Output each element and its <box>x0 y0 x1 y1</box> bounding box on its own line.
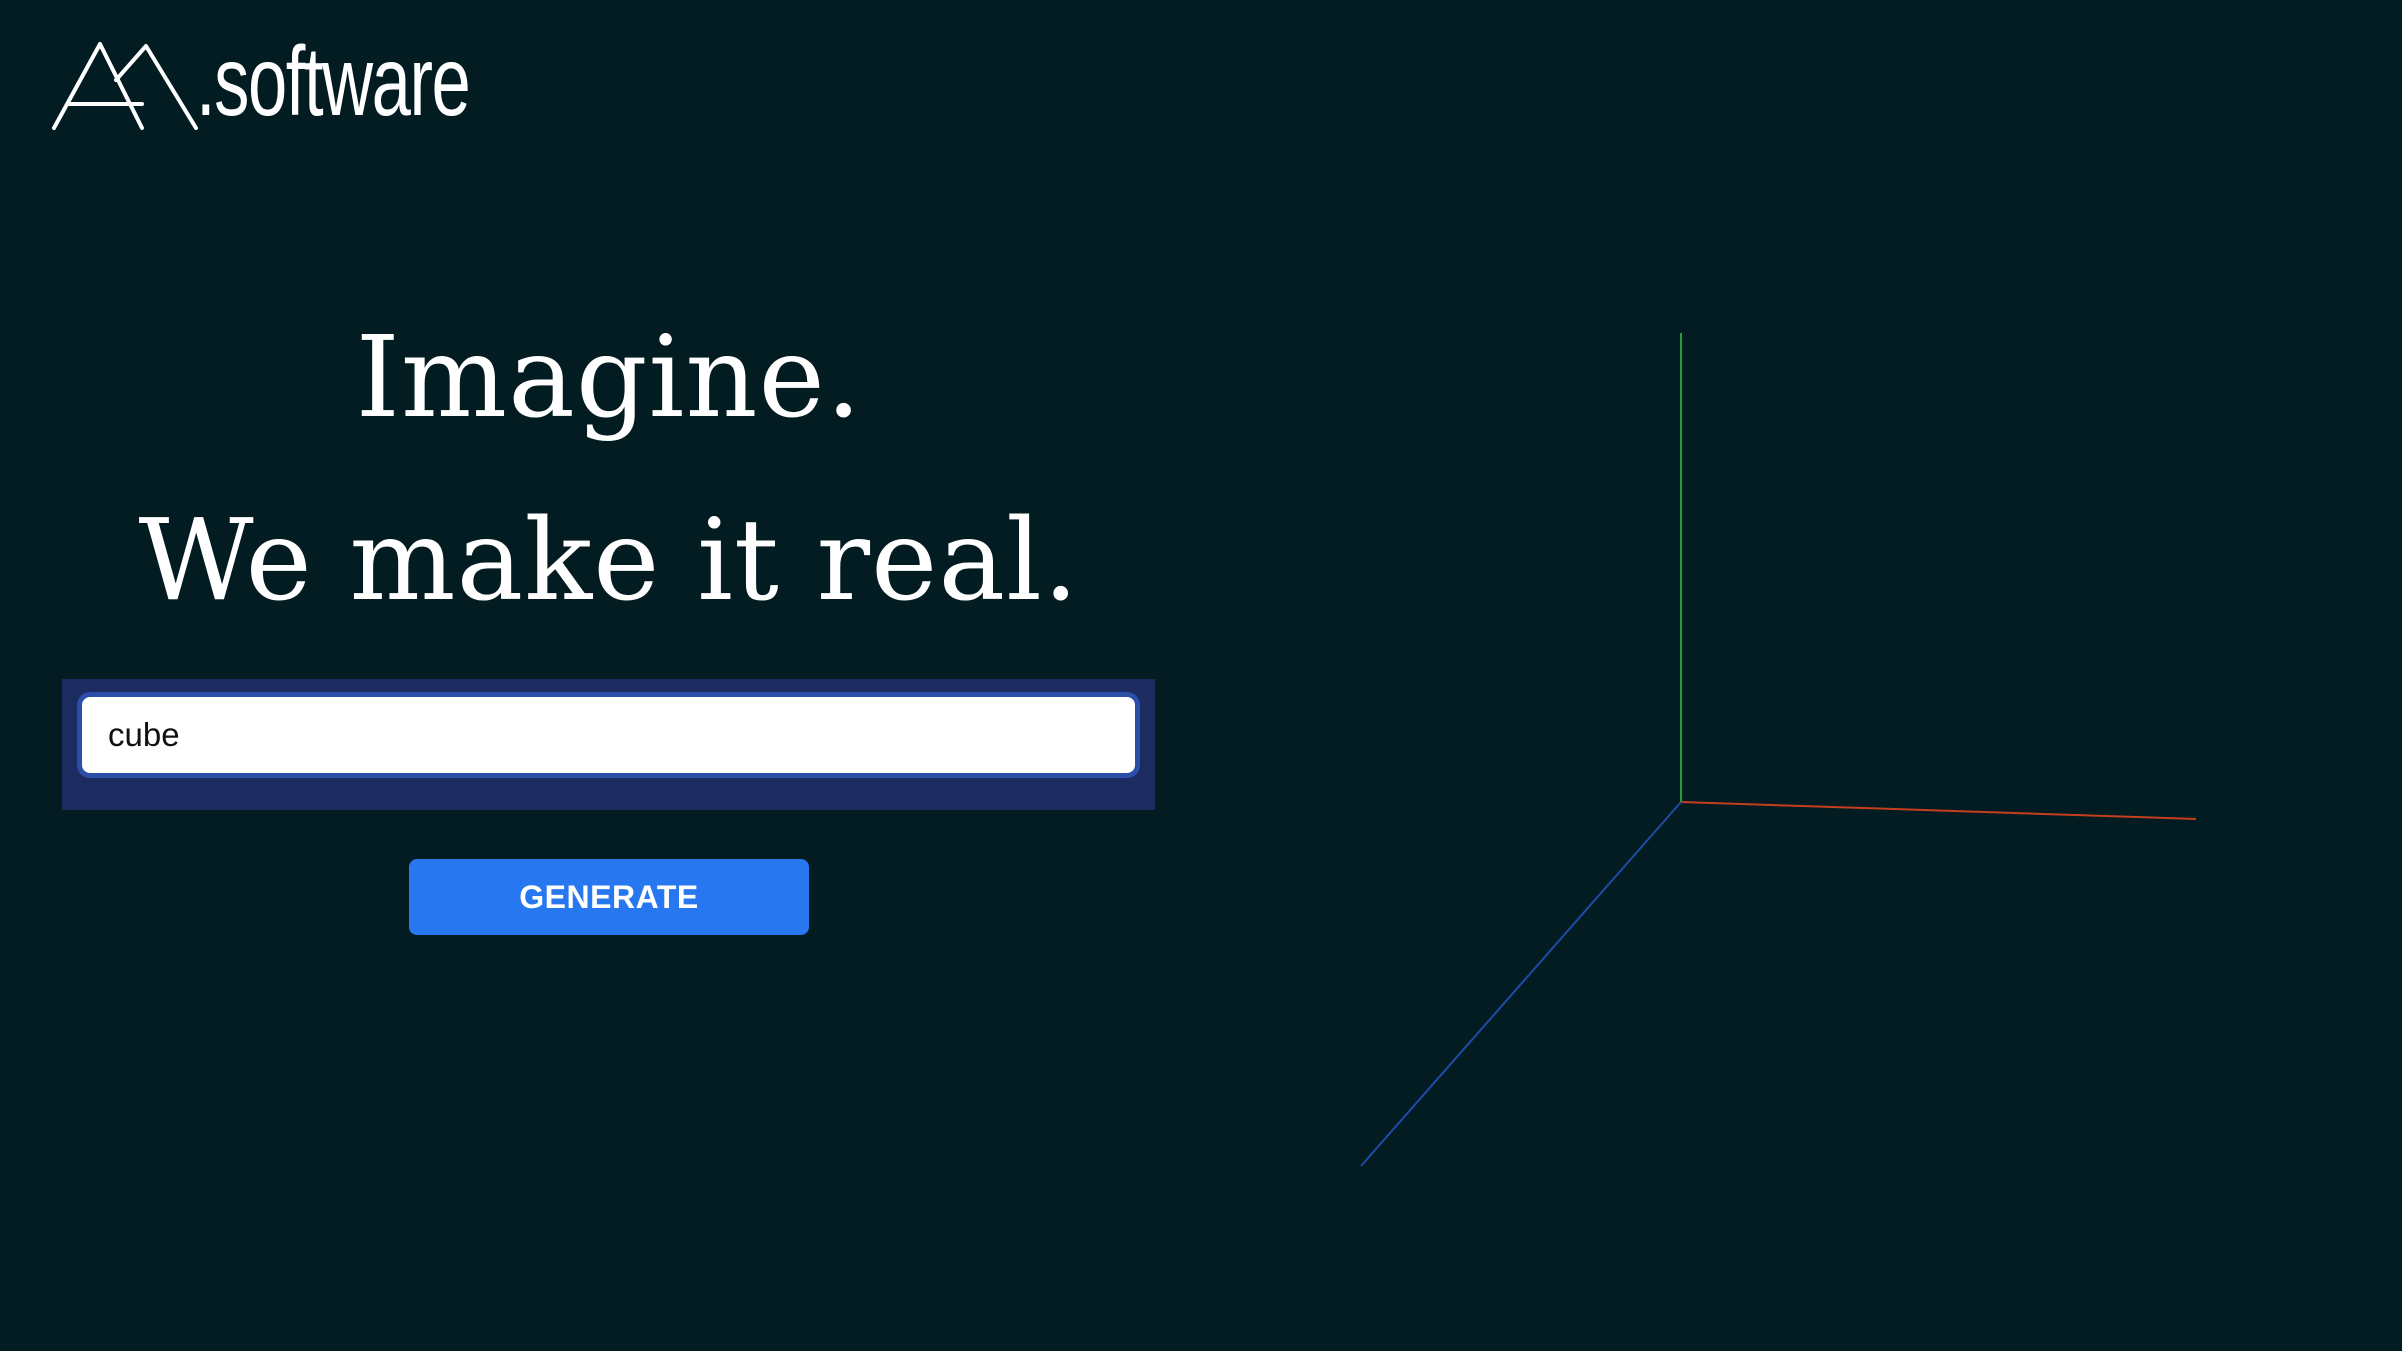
mountain-peaks-icon <box>52 42 198 130</box>
prompt-input[interactable] <box>82 697 1135 773</box>
x-axis-line <box>1680 801 2197 820</box>
z-axis-line <box>1360 801 1682 1167</box>
generate-button[interactable]: GENERATE <box>409 859 809 935</box>
hero-headline-line-1: Imagine. <box>355 313 863 443</box>
brand-logo[interactable]: .software <box>50 32 576 132</box>
3d-viewport-axes[interactable] <box>0 0 2402 1351</box>
prompt-panel <box>62 679 1155 810</box>
hero-headline-line-2: We make it real. <box>138 496 1080 626</box>
brand-name: .software <box>196 26 471 136</box>
